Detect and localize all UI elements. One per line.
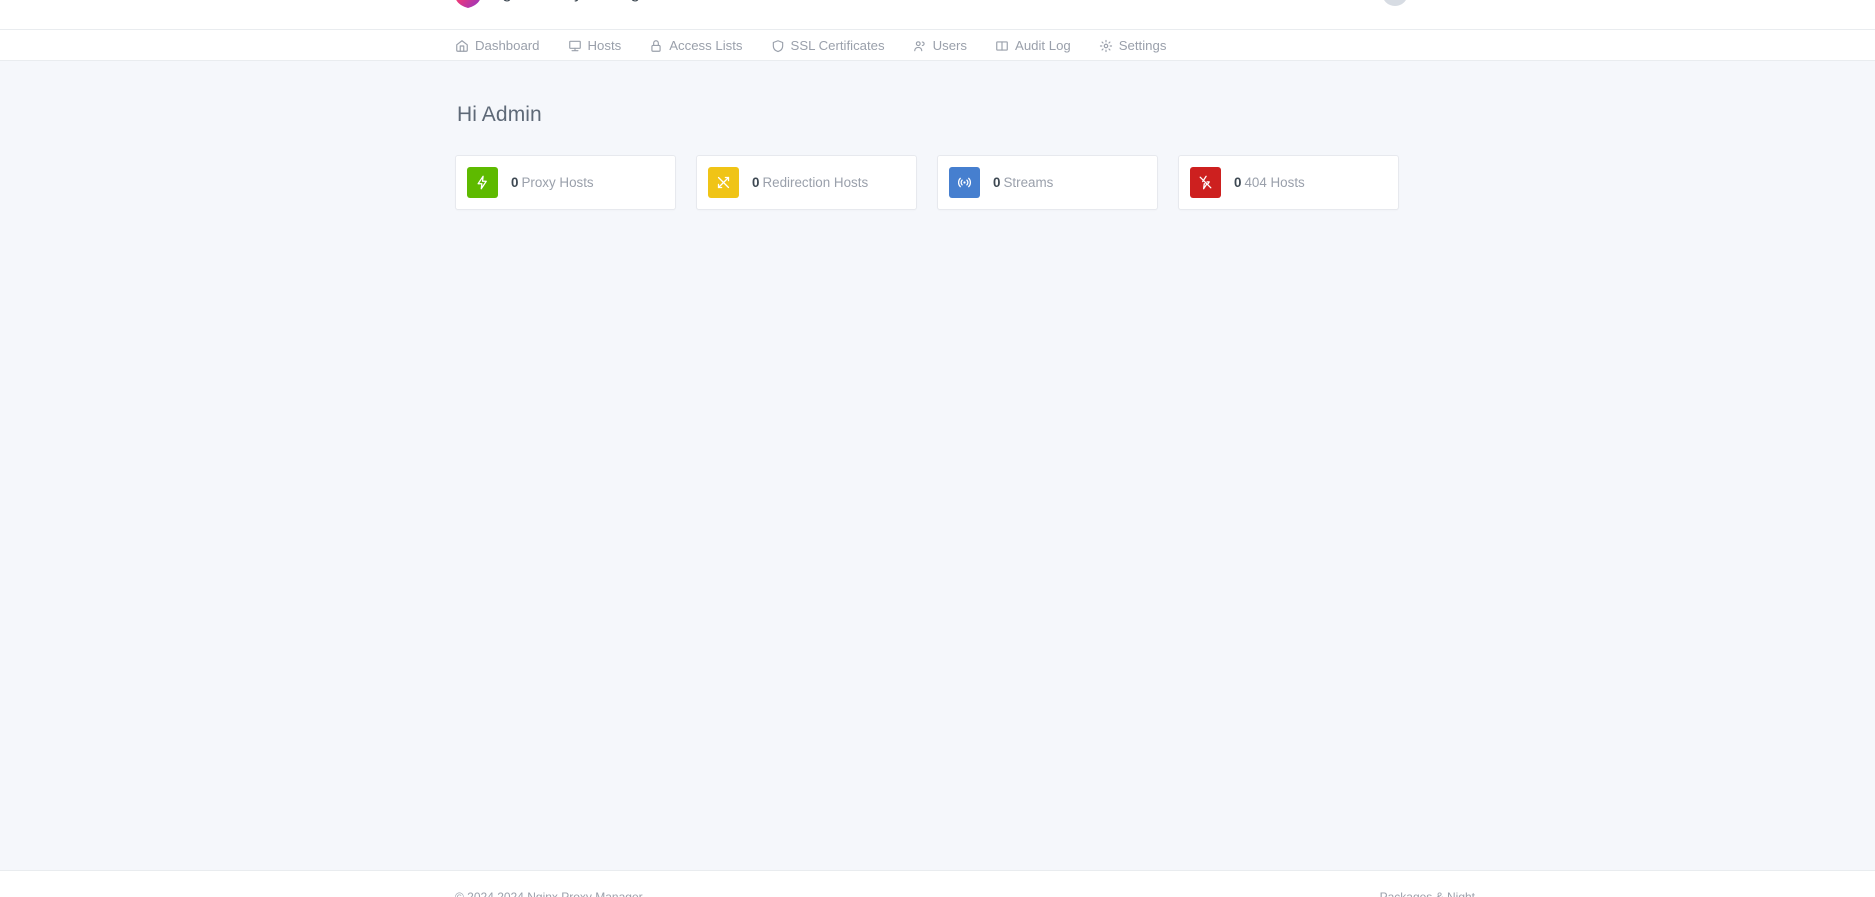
user-menu[interactable]: Administrator: [1382, 0, 1485, 6]
shield-icon: [771, 39, 785, 53]
header-inner: Nginx Proxy Manager Administrator: [0, 0, 1875, 29]
stat-text-404-hosts: 0 404 Hosts: [1234, 175, 1305, 190]
stat-label-redirection-hosts: Redirection Hosts: [762, 175, 869, 190]
content-container: Hi Admin 0 Proxy Hosts 0 Redirection Hos…: [455, 61, 1415, 210]
stat-count-404-hosts: 0: [1234, 175, 1242, 190]
gear-icon: [1099, 39, 1113, 53]
lock-icon: [649, 39, 663, 53]
nav-label-dashboard: Dashboard: [475, 38, 540, 53]
app-header: Nginx Proxy Manager Administrator: [0, 0, 1875, 30]
stat-text-proxy-hosts: 0 Proxy Hosts: [511, 175, 594, 190]
nav-label-access-lists: Access Lists: [669, 38, 743, 53]
nav-item-ssl-certificates[interactable]: SSL Certificates: [771, 30, 899, 61]
nav-item-settings[interactable]: Settings: [1099, 30, 1167, 61]
nav-label-hosts: Hosts: [587, 38, 622, 53]
brand-title: Nginx Proxy Manager: [490, 0, 655, 3]
stat-count-redirection-hosts: 0: [752, 175, 760, 190]
nav-item-hosts[interactable]: Hosts: [568, 30, 636, 61]
stat-text-streams: 0 Streams: [993, 175, 1053, 190]
app-root: Nginx Proxy Manager Administrator Dash: [0, 0, 1875, 897]
footer-inner: © 2024 2024 Nginx Proxy Manager Packages…: [0, 871, 1875, 897]
nav-item-users[interactable]: Users: [913, 30, 981, 61]
stat-card-redirection-hosts[interactable]: 0 Redirection Hosts: [696, 155, 917, 210]
nav-label-audit-log: Audit Log: [1015, 38, 1071, 53]
footer-links: Packages & Night: [1379, 890, 1475, 897]
npm-logo-icon: [455, 0, 481, 8]
brand-link[interactable]: Nginx Proxy Manager: [455, 0, 655, 8]
nav-item-dashboard[interactable]: Dashboard: [455, 30, 554, 61]
users-icon: [913, 39, 927, 53]
stat-count-streams: 0: [993, 175, 1001, 190]
home-icon: [455, 39, 469, 53]
stat-card-row: 0 Proxy Hosts 0 Redirection Hosts 0 Stre…: [455, 155, 1415, 210]
avatar: [1382, 0, 1409, 6]
page-title: Hi Admin: [457, 103, 542, 126]
main-content: Hi Admin 0 Proxy Hosts 0 Redirection Hos…: [0, 61, 1875, 897]
stat-card-404-hosts[interactable]: 0 404 Hosts: [1178, 155, 1399, 210]
stat-label-404-hosts: 404 Hosts: [1244, 175, 1305, 190]
nav-label-ssl-certificates: SSL Certificates: [790, 38, 885, 53]
book-icon: [995, 39, 1009, 53]
main-navbar: Dashboard Hosts Access Lists SSL Certifi…: [0, 30, 1875, 61]
stat-card-proxy-hosts[interactable]: 0 Proxy Hosts: [455, 155, 676, 210]
nav-label-users: Users: [932, 38, 968, 53]
nav-item-audit-log[interactable]: Audit Log: [995, 30, 1085, 61]
nav-item-access-lists[interactable]: Access Lists: [649, 30, 756, 61]
footer-copyright: © 2024 2024 Nginx Proxy Manager: [455, 890, 643, 897]
stat-card-streams[interactable]: 0 Streams: [937, 155, 1158, 210]
nav-list: Dashboard Hosts Access Lists SSL Certifi…: [455, 30, 1166, 61]
bolt-off-icon: [1190, 167, 1221, 198]
monitor-icon: [568, 39, 582, 53]
shuffle-icon: [708, 167, 739, 198]
stat-count-proxy-hosts: 0: [511, 175, 519, 190]
nav-label-settings: Settings: [1118, 38, 1167, 53]
stat-label-proxy-hosts: Proxy Hosts: [521, 175, 594, 190]
broadcast-icon: [949, 167, 980, 198]
stat-text-redirection-hosts: 0 Redirection Hosts: [752, 175, 868, 190]
stat-label-streams: Streams: [1003, 175, 1054, 190]
app-footer: © 2024 2024 Nginx Proxy Manager Packages…: [0, 870, 1875, 897]
bolt-icon: [467, 167, 498, 198]
